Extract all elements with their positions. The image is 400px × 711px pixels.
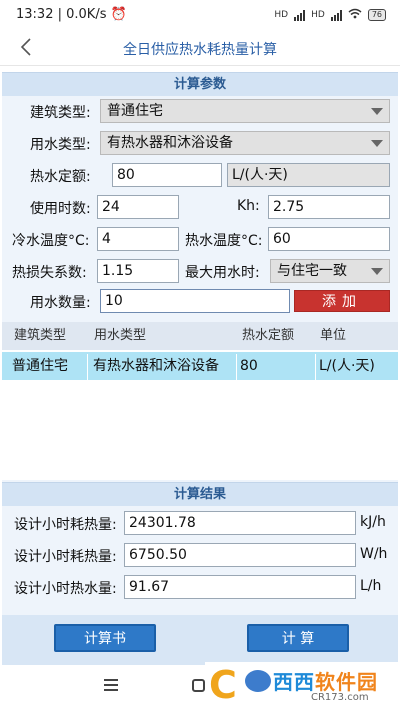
max-time-label: 最大用水时: (185, 265, 260, 281)
calculate-button[interactable]: 计 算 (247, 624, 349, 652)
kh-label: Kh: (237, 198, 260, 214)
heat-loss-input[interactable]: 1.15 (97, 259, 179, 283)
params-section-title: 计算参数 (2, 72, 398, 96)
status-bar: 13:32 | 0.0K/s ⏰ HD HD 76 (0, 0, 400, 30)
col-quota: 热水定额 (242, 328, 295, 343)
col-unit: 单位 (320, 328, 347, 343)
hot-temp-label: 热水温度°C: (185, 233, 263, 249)
status-right: HD HD 76 (274, 8, 386, 22)
logo-c-icon: C (209, 663, 237, 707)
unit-w: W/h (360, 546, 388, 562)
signal-icon-2 (330, 9, 342, 21)
alarm-icon: ⏰ (110, 7, 127, 22)
dropdown-arrow-icon (371, 268, 383, 275)
table-row[interactable]: 普通住宅 有热水器和沐浴设备 80 L/(人·天) (2, 352, 398, 380)
page-title: 全日供应热水耗热量计算 (123, 42, 277, 58)
max-time-select[interactable]: 与住宅一致 (270, 259, 390, 283)
building-type-value: 普通住宅 (107, 103, 163, 119)
dropdown-arrow-icon (371, 108, 383, 115)
cell-water-type: 有热水器和沐浴设备 (93, 358, 219, 374)
hot-temp-input[interactable]: 60 (268, 227, 390, 251)
battery-icon: 76 (367, 9, 386, 21)
hourly-heat-w-label: 设计小时耗热量: (14, 549, 117, 565)
title-bar: 全日供应热水耗热量计算 (0, 30, 400, 66)
wifi-icon (348, 8, 362, 22)
cell-divider (236, 354, 237, 380)
water-type-value: 有热水器和沐浴设备 (107, 135, 233, 151)
quota-unit-field: L/(人·天) (227, 163, 390, 187)
water-type-label: 用水类型: (30, 137, 91, 153)
cell-divider (87, 354, 88, 380)
heat-loss-label: 热损失系数: (12, 265, 87, 281)
hourly-water-value: 91.67 (124, 575, 356, 599)
cold-temp-input[interactable]: 4 (97, 227, 179, 251)
hours-input[interactable]: 24 (97, 195, 179, 219)
hourly-heat-w-value: 6750.50 (124, 543, 356, 567)
count-label: 用水数量: (30, 295, 91, 311)
quota-input[interactable]: 80 (112, 163, 222, 187)
status-time: 13:32 (16, 7, 54, 22)
dropdown-arrow-icon (371, 140, 383, 147)
add-button[interactable]: 添加 (294, 290, 390, 312)
logo-badge-icon (245, 670, 271, 692)
signal-icon (294, 9, 306, 21)
status-speed: 0.0K/s (66, 7, 107, 22)
cell-building-type: 普通住宅 (12, 358, 68, 374)
watermark-brand-b: 软件园 (315, 670, 378, 694)
results-section-title: 计算结果 (2, 482, 398, 506)
entries-table: 建筑类型 用水类型 热水定额 单位 普通住宅 有热水器和沐浴设备 80 L/(人… (2, 322, 398, 480)
bottom-action-bar: 计算书 计 算 (2, 615, 398, 665)
cold-temp-label: 冷水温度°C: (12, 233, 90, 249)
kh-input[interactable]: 2.75 (268, 195, 390, 219)
net-label-1: HD (274, 10, 289, 20)
hourly-heat-kj-value: 24301.78 (124, 511, 356, 535)
hours-label: 使用时数: (30, 201, 91, 217)
max-time-value: 与住宅一致 (277, 263, 347, 279)
home-icon[interactable] (192, 679, 205, 692)
quota-label: 热水定额: (30, 169, 91, 185)
watermark-brand: 西西软件园 (273, 666, 378, 695)
col-water-type: 用水类型 (94, 328, 147, 343)
unit-l: L/h (360, 578, 382, 594)
status-divider: | (57, 7, 67, 22)
cell-unit: L/(人·天) (319, 358, 375, 374)
table-header: 建筑类型 用水类型 热水定额 单位 (2, 322, 398, 350)
unit-kj: kJ/h (360, 514, 386, 530)
menu-icon[interactable] (104, 679, 118, 691)
cell-quota: 80 (240, 358, 258, 374)
count-input[interactable]: 10 (100, 289, 290, 313)
building-type-label: 建筑类型: (30, 105, 91, 121)
watermark-url: CR173.com (311, 692, 369, 703)
hourly-heat-kj-label: 设计小时耗热量: (14, 517, 117, 533)
status-left: 13:32 | 0.0K/s ⏰ (16, 7, 127, 22)
hourly-water-label: 设计小时热水量: (14, 581, 117, 597)
col-building-type: 建筑类型 (14, 328, 67, 343)
report-button[interactable]: 计算书 (54, 624, 156, 652)
water-type-select[interactable]: 有热水器和沐浴设备 (100, 131, 390, 155)
building-type-select[interactable]: 普通住宅 (100, 99, 390, 123)
cell-divider (315, 354, 316, 380)
watermark-brand-a: 西西 (273, 670, 315, 694)
net-label-2: HD (311, 10, 325, 20)
watermark-logo: C 西西软件园 CR173.com (205, 662, 398, 709)
